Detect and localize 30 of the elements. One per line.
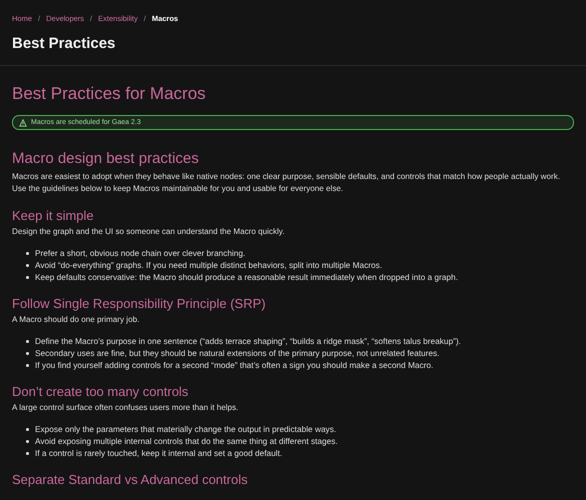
paragraph: A large control surface often confuses users more than it helps. <box>12 402 240 414</box>
list-item: Avoid exposing multiple internal controls that do the same thing at different stages. <box>35 435 338 447</box>
section-heading: Follow Single Responsibility Principle (SRP) <box>12 296 267 311</box>
article-title: Best Practices for Macros <box>12 84 207 104</box>
paragraph: Macros are easiest to adopt when they behave like native nodes: one clear purpose, sensible defaults, and controls that match how people actually work. Use the guidelines below to keep Macros maintainable for you and usable for everyone else. <box>12 171 561 195</box>
list-item: If a control is rarely touched, keep it internal and set a good default. <box>35 447 282 459</box>
bullet-icon <box>26 452 29 454</box>
warning-icon <box>19 118 27 126</box>
section-heading: Keep it simple <box>12 208 95 223</box>
list-item: If you find yourself adding controls for a second “mode” that’s often a sign you should make a second Macro. <box>35 359 434 371</box>
section-heading: Separate Standard vs Advanced controls <box>12 472 249 487</box>
bullet-icon <box>26 276 29 278</box>
paragraph: A Macro should do one primary job. <box>12 314 140 326</box>
list-item: Define the Macro’s purpose in one sentence (“adds terrace shaping”, “builds a ridge mask”, “softens talus breakup”). <box>35 335 461 347</box>
paragraph: Design the graph and the UI so someone can understand the Macro quickly. <box>12 226 286 238</box>
list-item: Secondary uses are fine, but they should be natural extensions of the primary purpose, not unrelated features. <box>35 347 440 359</box>
list-item: Prefer a short, obvious node chain over clever branching. <box>35 247 246 259</box>
list-item: Expose only the parameters that materially change the output in predictable ways. <box>35 423 336 435</box>
bullet-icon <box>26 364 29 366</box>
section-heading: Macro design best practices <box>12 150 200 168</box>
section-heading: Don’t create too many controls <box>12 384 190 399</box>
bullet-icon <box>26 428 29 430</box>
page-title: Best Practices <box>12 35 116 53</box>
list-item: Avoid “do-everything” graphs. If you need multiple distinct behaviors, split into multiple Macros. <box>35 259 382 271</box>
bullet-icon <box>26 352 29 354</box>
bullet-icon <box>26 340 29 342</box>
bullet-icon <box>26 252 29 254</box>
list-item: Keep defaults conservative: the Macro should produce a reasonable result immediately when dropped into a graph. <box>35 271 458 283</box>
bullet-icon <box>26 440 29 442</box>
bullet-icon <box>26 264 29 266</box>
